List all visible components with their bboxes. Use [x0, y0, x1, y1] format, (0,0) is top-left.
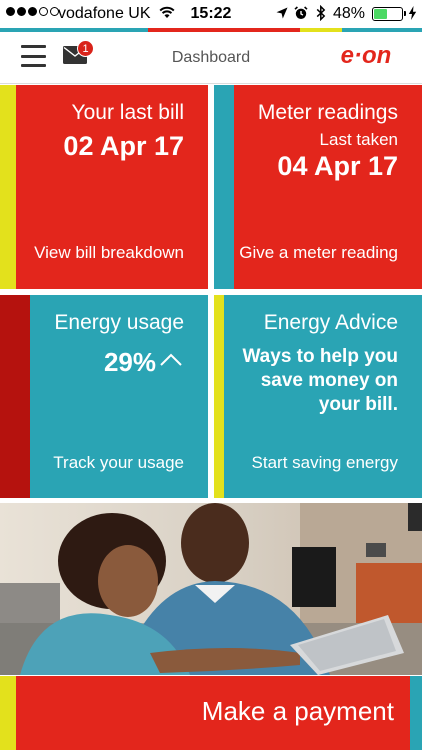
- meter-readings-tile[interactable]: Meter readings Last taken 04 Apr 17 Give…: [214, 85, 422, 289]
- energy-advice-title: Energy Advice: [263, 311, 398, 334]
- last-bill-date: 02 Apr 17: [63, 131, 184, 161]
- tile-accent-bar: [0, 295, 30, 498]
- tile-accent-bar: [0, 85, 16, 289]
- tile-accent-bar: [214, 85, 234, 289]
- track-usage-link[interactable]: Track your usage: [53, 453, 184, 473]
- payment-accent-left: [0, 676, 16, 750]
- energy-advice-tile[interactable]: Energy Advice Ways to help you save mone…: [214, 295, 422, 498]
- view-bill-breakdown-link[interactable]: View bill breakdown: [34, 243, 184, 263]
- energy-usage-value: 29%: [103, 347, 156, 377]
- start-saving-energy-link[interactable]: Start saving energy: [252, 453, 398, 473]
- last-bill-tile[interactable]: Your last bill 02 Apr 17 View bill break…: [0, 85, 208, 289]
- chevron-up-icon: [160, 353, 182, 366]
- couple-with-tablet-photo: [0, 503, 422, 675]
- energy-usage-title: Energy usage: [54, 311, 184, 334]
- payment-accent-right: [410, 676, 422, 750]
- energy-usage-tile[interactable]: Energy usage 29% Track your usage: [0, 295, 208, 498]
- location-arrow-icon: [276, 7, 288, 19]
- bluetooth-icon: [316, 5, 326, 21]
- charging-bolt-icon: [408, 6, 417, 20]
- status-bar: vodafone UK 15:22 48%: [0, 0, 422, 28]
- last-bill-title: Your last bill: [71, 101, 184, 124]
- app-header: 1 Dashboard e·on: [0, 32, 422, 84]
- alarm-clock-icon: [294, 6, 308, 19]
- battery-percentage: 48%: [333, 5, 366, 22]
- tile-accent-bar: [214, 295, 224, 498]
- meter-readings-subtitle: Last taken: [319, 130, 398, 149]
- meter-readings-date: 04 Apr 17: [277, 151, 398, 181]
- eon-logo: e·on: [341, 43, 392, 69]
- make-payment-label: Make a payment: [201, 696, 394, 726]
- battery-icon: [372, 7, 406, 21]
- meter-readings-title: Meter readings: [257, 101, 398, 124]
- energy-advice-message: Ways to help you save money on your bill…: [242, 346, 398, 415]
- give-meter-reading-link[interactable]: Give a meter reading: [239, 243, 398, 263]
- svg-text:e·on: e·on: [341, 43, 392, 69]
- make-payment-button[interactable]: Make a payment: [0, 676, 422, 750]
